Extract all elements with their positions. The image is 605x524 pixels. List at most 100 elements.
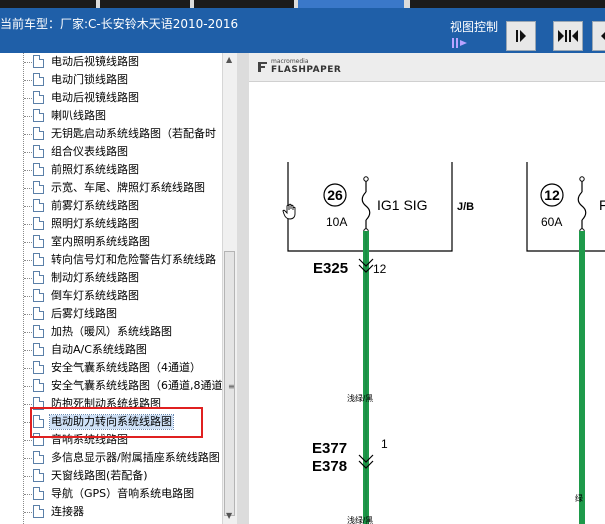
fit-width-button[interactable] [553,21,583,51]
wire-color-label-3: 浅绿/黑 [347,515,373,524]
tree-item[interactable]: 示宽、车尾、牌照灯系统线路图 [0,179,236,197]
tree-connector-line [24,278,32,279]
terminal-dot [579,176,585,182]
tree-connector-line [24,80,32,81]
tree-item-label: 电动后视镜线路图 [51,91,139,104]
view-option-button[interactable] [592,21,605,51]
flashpaper-viewer: macromedia FLASHPAPER 26 10A IG1 SIG J/B… [249,53,605,524]
tree-item[interactable]: 电动后视镜线路图 [0,53,236,71]
tree-item[interactable]: 后雾灯线路图 [0,305,236,323]
document-icon [33,109,44,122]
scroll-down-icon[interactable]: ▼ [226,511,232,520]
tree-item[interactable]: 加热（暖风）系统线路图 [0,323,236,341]
tree-item[interactable]: 喇叭线路图 [0,107,236,125]
tree-item-label: 示宽、车尾、牌照灯系统线路图 [51,181,205,194]
tree-item[interactable]: 倒车灯系统线路图 [0,287,236,305]
document-icon [33,325,44,338]
document-icon [33,181,44,194]
tree-item[interactable]: 制动灯系统线路图 [0,269,236,287]
flashpaper-logo-icon [258,62,267,72]
document-icon [33,55,44,68]
terminal-dot [363,176,369,182]
fuse1-amp: 10A [326,215,347,229]
document-icon [33,235,44,248]
tree-item-label: 无钥匙启动系统线路图（若配备时 [51,127,216,140]
tree-connector-line [24,224,32,225]
document-icon [33,343,44,356]
document-icon [33,469,44,482]
tree-item[interactable]: 转向信号灯和危险警告灯系统线路 [0,251,236,269]
top-tab[interactable] [0,0,96,8]
tree-item[interactable]: 连接器 [0,503,236,521]
tree-scrollbar[interactable]: ▲ ≡ ▼ [222,53,237,524]
wire-color-label-2: 绿 [575,494,583,503]
top-tab[interactable] [298,0,404,8]
document-icon [33,253,44,266]
view-control-icon [452,38,467,48]
tree-item-label: 自动A/C系统线路图 [51,343,147,356]
tree-item-label: 前雾灯系统线路图 [51,199,139,212]
tree-item-label: 制动灯系统线路图 [51,271,139,284]
tree-item[interactable]: 前照灯系统线路图 [0,161,236,179]
tree-item[interactable]: 组合仪表线路图 [0,143,236,161]
tree-item-label: 电动后视镜线路图 [51,55,139,68]
connector-e325-pin: 12 [373,262,387,276]
document-icon [33,145,44,158]
tree-connector-line [24,62,32,63]
fuse1-name: IG1 SIG [377,197,428,213]
flashpaper-toolbar: macromedia FLASHPAPER [249,53,605,82]
tree-item-label: 导航（GPS）音响系统电路图 [51,487,195,500]
document-icon [33,289,44,302]
tree-connector-line [24,134,32,135]
page-forward-button[interactable] [506,21,536,51]
tree-item[interactable]: 安全气囊系统线路图（4通道） [0,359,236,377]
tree-item-label: 转向信号灯和危险警告灯系统线路 [51,253,216,266]
grip-icon: ≡ [228,382,235,391]
tree-item[interactable]: 前雾灯系统线路图 [0,197,236,215]
document-icon [33,73,44,86]
tree-item-label: 喇叭线路图 [51,109,106,122]
current-model-label: 当前车型：厂家:C-长安铃木天语2010-2016 [0,17,239,31]
tree-item-label: 后雾灯线路图 [51,307,117,320]
tree-item-label: 照明灯系统线路图 [51,217,139,230]
tree-item[interactable]: 室内照明系统线路图 [0,233,236,251]
tree-connector-line [24,494,32,495]
panel-splitter[interactable] [237,53,249,524]
tree-item[interactable]: 导航（GPS）音响系统电路图 [0,485,236,503]
tree-item[interactable]: 多信息显示器/附属插座系统线路图 [0,449,236,467]
scroll-up-icon[interactable]: ▲ [226,55,232,64]
top-tab-strip [0,0,605,8]
tree-item[interactable]: 安全气囊系统线路图（6通道,8通道 [0,377,236,395]
brand-large: FLASHPAPER [271,65,342,75]
header-bar: 当前车型：厂家:C-长安铃木天语2010-2016 视图控制 [0,8,605,53]
tree-item-label: 加热（暖风）系统线路图 [51,325,172,338]
tree-item[interactable]: 电动门锁线路图 [0,71,236,89]
jb-label: J/B [457,201,474,213]
tree-connector-line [24,458,32,459]
tree-item[interactable]: 天窗线路图(若配备) [0,467,236,485]
fuse1-number: 26 [327,187,343,203]
tree-item[interactable]: 照明灯系统线路图 [0,215,236,233]
top-tab[interactable] [194,0,294,8]
tree-item-label: 连接器 [51,505,84,518]
fuse2-name: F [599,197,605,213]
tree-item[interactable]: 自动A/C系统线路图 [0,341,236,359]
tree-connector-line [24,476,32,477]
tree-connector-line [24,116,32,117]
fuse-symbol [577,191,587,221]
document-icon [33,307,44,320]
scrollbar-thumb[interactable]: ≡ [224,251,235,516]
tree-connector-line [24,170,32,171]
tree-connector-line [24,314,32,315]
connector-e378: E378 [312,458,347,475]
tree-item[interactable]: 无钥匙启动系统线路图（若配备时 [0,125,236,143]
wiring-diagram: 26 10A IG1 SIG J/B 12 60A F E325 12 浅绿/黑… [282,162,605,524]
tree-item-label: 组合仪表线路图 [51,145,128,158]
top-tab[interactable] [410,0,605,8]
tree-connector-line [24,206,32,207]
tree-connector-line [24,350,32,351]
document-icon [33,487,44,500]
tree-item[interactable]: 电动后视镜线路图 [0,89,236,107]
arrow-left-icon [601,32,605,40]
top-tab[interactable] [100,0,190,8]
